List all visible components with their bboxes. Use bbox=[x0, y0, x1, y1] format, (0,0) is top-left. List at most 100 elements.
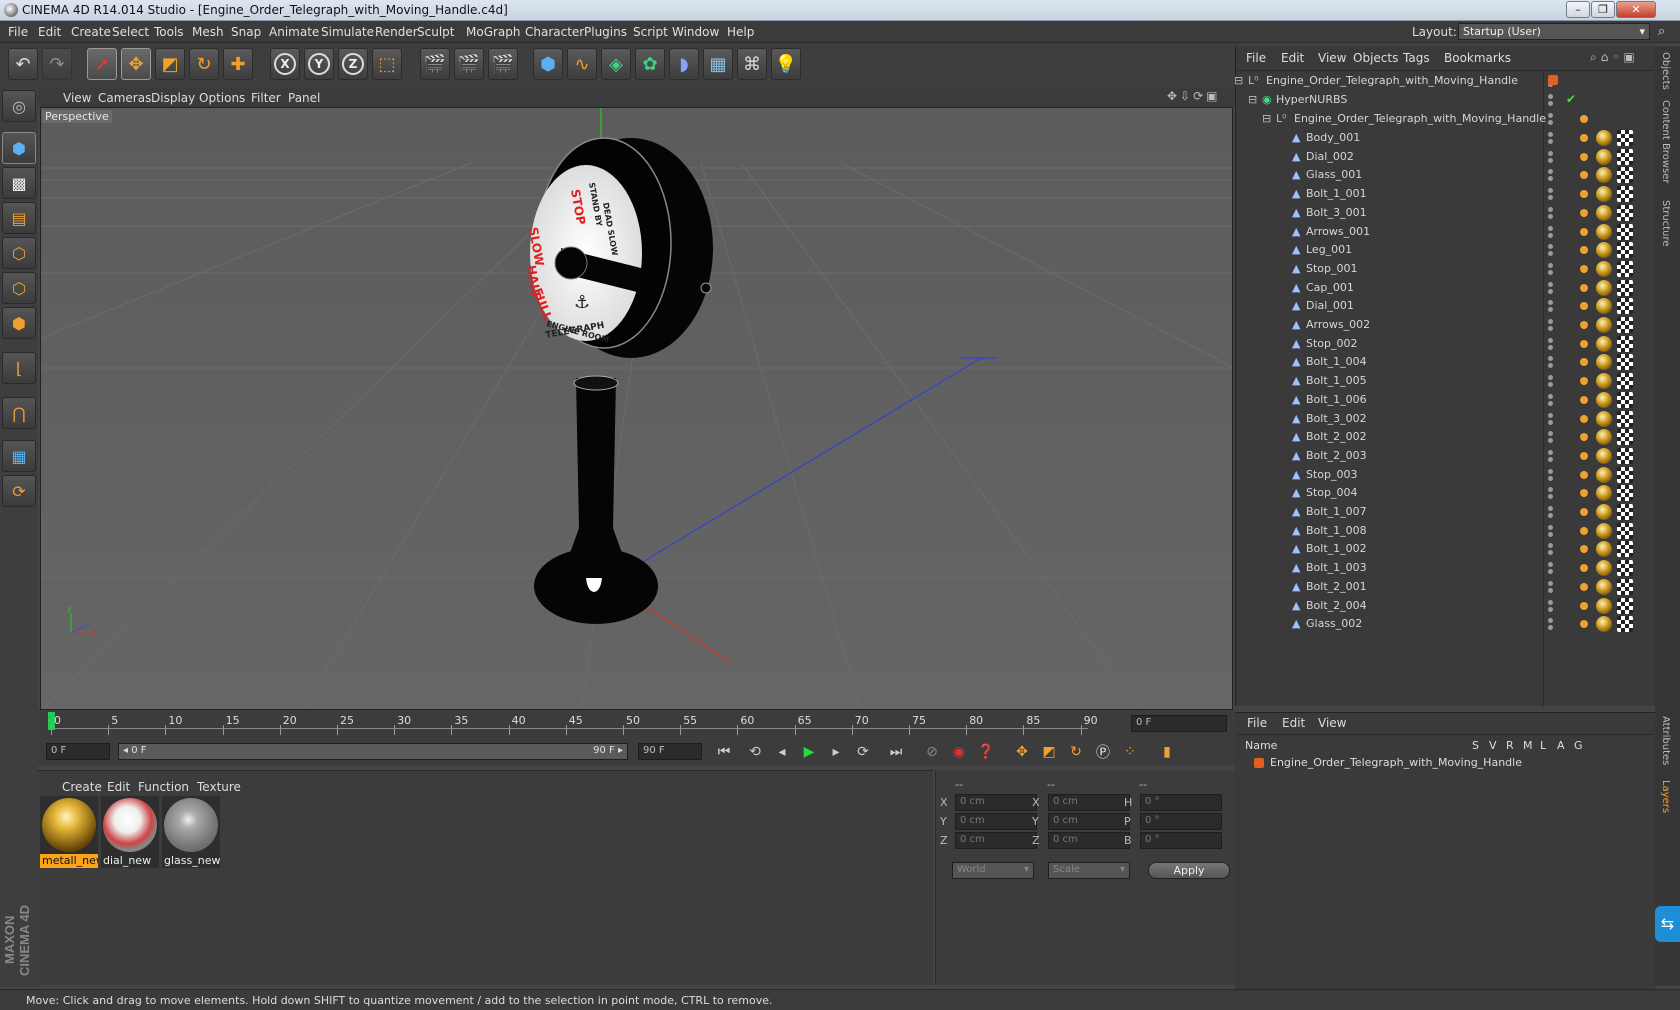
object-menu-file[interactable]: File bbox=[1246, 51, 1266, 65]
coordinate-value-field[interactable]: 0 cm bbox=[955, 794, 1037, 811]
snap-button[interactable]: ⋂ bbox=[2, 397, 36, 429]
material-tag-icon[interactable] bbox=[1596, 410, 1612, 427]
texture-tag-icon[interactable] bbox=[1617, 148, 1633, 165]
material-tag-icon[interactable] bbox=[1596, 204, 1612, 221]
key-scale-button[interactable]: ◩ bbox=[1037, 741, 1061, 763]
visibility-dots[interactable] bbox=[1544, 431, 1558, 444]
visibility-dots[interactable] bbox=[1544, 319, 1558, 331]
coordinate-system-button[interactable]: ⬚ bbox=[372, 48, 402, 80]
material-tag-icon[interactable] bbox=[1596, 148, 1612, 165]
phong-tag-icon[interactable] bbox=[1580, 264, 1588, 273]
object-row-bolt_1_007[interactable]: ▲ Bolt_1_007 bbox=[1236, 502, 1654, 522]
viewport-menu-view[interactable]: View bbox=[63, 91, 91, 105]
material-tag-icon[interactable] bbox=[1596, 522, 1612, 539]
texture-tag-icon[interactable] bbox=[1617, 466, 1633, 483]
minimize-button[interactable]: – bbox=[1566, 1, 1590, 18]
texture-tag-icon[interactable] bbox=[1617, 335, 1633, 352]
object-row-bolt_1_004[interactable]: ▲ Bolt_1_004 bbox=[1236, 352, 1654, 372]
visibility-dots[interactable] bbox=[1544, 375, 1558, 388]
phong-tag-icon[interactable] bbox=[1580, 489, 1588, 498]
object-menu-tags[interactable]: Tags bbox=[1403, 51, 1430, 65]
material-tag-icon[interactable] bbox=[1596, 242, 1612, 259]
coordinate-value-field[interactable]: 0 cm bbox=[1048, 813, 1130, 830]
texture-tag-icon[interactable] bbox=[1617, 260, 1633, 277]
material-tag-icon[interactable] bbox=[1596, 466, 1612, 483]
visibility-dots[interactable] bbox=[1544, 506, 1558, 518]
visibility-dots[interactable] bbox=[1544, 468, 1558, 481]
menu-edit[interactable]: Edit bbox=[38, 25, 61, 39]
material-tag-icon[interactable] bbox=[1596, 485, 1612, 502]
menu-window[interactable]: Window bbox=[672, 25, 719, 39]
add-array-button[interactable]: ✿ bbox=[635, 48, 665, 80]
texture-tag-icon[interactable] bbox=[1617, 578, 1633, 595]
coordinate-value-field[interactable]: 0 cm bbox=[1048, 794, 1130, 811]
workplane-mode-button[interactable]: ▤ bbox=[2, 202, 36, 234]
menu-mesh[interactable]: Mesh bbox=[192, 25, 224, 39]
axis-x-button[interactable]: X bbox=[270, 48, 300, 80]
object-row-bolt_2_002[interactable]: ▲ Bolt_2_002 bbox=[1236, 427, 1654, 447]
object-row-stop_001[interactable]: ▲ Stop_001 bbox=[1236, 259, 1654, 279]
material-tag-icon[interactable] bbox=[1596, 223, 1612, 240]
prev-frame-button[interactable]: ◂ bbox=[770, 741, 794, 763]
material-menu-function[interactable]: Function bbox=[138, 780, 189, 794]
texture-tag-icon[interactable] bbox=[1617, 242, 1633, 259]
texture-tag-icon[interactable] bbox=[1617, 204, 1633, 221]
object-row-bolt_2_003[interactable]: ▲ Bolt_2_003 bbox=[1236, 446, 1654, 466]
object-row-glass_002[interactable]: ▲ Glass_002 bbox=[1236, 614, 1654, 634]
phong-tag-icon[interactable] bbox=[1580, 208, 1588, 217]
undo-button[interactable]: ↶ bbox=[8, 48, 38, 80]
visibility-dots[interactable] bbox=[1544, 225, 1558, 238]
scale-tool-button[interactable]: ◩ bbox=[155, 48, 185, 80]
object-row-stop_003[interactable]: ▲ Stop_003 bbox=[1236, 465, 1654, 485]
select-tool-button[interactable]: ➚ bbox=[87, 48, 117, 80]
layer-menu-edit[interactable]: Edit bbox=[1282, 716, 1305, 730]
menu-plugins[interactable]: Plugins bbox=[584, 25, 627, 39]
rotate-tool-button[interactable]: ↻ bbox=[189, 48, 219, 80]
visibility-dots[interactable] bbox=[1544, 206, 1558, 219]
workplane-lock-button[interactable]: ▦ bbox=[2, 440, 36, 472]
visibility-dots[interactable] bbox=[1544, 599, 1558, 612]
visibility-dots[interactable] bbox=[1544, 281, 1558, 294]
material-tag-icon[interactable] bbox=[1596, 130, 1612, 146]
object-row-leg_001[interactable]: ▲ Leg_001 bbox=[1236, 240, 1654, 260]
visibility-dots[interactable] bbox=[1544, 113, 1558, 125]
object-row-dial_001[interactable]: ▲ Dial_001 bbox=[1236, 296, 1654, 316]
render-picture-viewer-button[interactable]: 🎬 bbox=[454, 48, 484, 80]
coordinate-value-field[interactable]: 0 ° bbox=[1140, 813, 1222, 830]
phong-tag-icon[interactable] bbox=[1580, 564, 1588, 573]
visibility-dots[interactable] bbox=[1544, 244, 1558, 257]
keyframe-selection-button[interactable]: ❓ bbox=[974, 741, 998, 763]
material-tag-icon[interactable] bbox=[1596, 447, 1612, 464]
coordinate-value-field[interactable]: 0 cm bbox=[955, 832, 1037, 849]
material-tag-icon[interactable] bbox=[1596, 260, 1612, 277]
key-pla-button[interactable]: ⁘ bbox=[1118, 741, 1142, 763]
texture-tag-icon[interactable] bbox=[1617, 279, 1633, 296]
menu-sculpt[interactable]: Sculpt bbox=[417, 25, 454, 39]
menu-simulate[interactable]: Simulate bbox=[321, 25, 374, 39]
start-frame-field[interactable]: 0 F bbox=[46, 743, 110, 760]
material-menu-edit[interactable]: Edit bbox=[107, 780, 130, 794]
texture-tag-icon[interactable] bbox=[1617, 391, 1633, 408]
frame-range-slider[interactable]: ◂ 0 F 90 F ▸ bbox=[118, 743, 628, 760]
object-row-root[interactable]: ⊟ L⁰ Engine_Order_Telegraph_with_Moving_Ha… bbox=[1234, 71, 1654, 91]
object-menu-objects[interactable]: Objects bbox=[1353, 51, 1398, 65]
menu-snap[interactable]: Snap bbox=[231, 25, 261, 39]
next-frame-button[interactable]: ▸ bbox=[824, 741, 848, 763]
material-tag-icon[interactable] bbox=[1596, 335, 1612, 352]
visibility-dots[interactable] bbox=[1544, 94, 1558, 106]
material-glass[interactable]: glass_new bbox=[162, 796, 220, 868]
visibility-dots[interactable] bbox=[1544, 132, 1558, 144]
texture-tag-icon[interactable] bbox=[1617, 616, 1633, 633]
phong-tag-icon[interactable] bbox=[1580, 321, 1588, 329]
object-manager-nav-icons[interactable]: ⌕⌂◦▣ bbox=[1590, 50, 1639, 65]
expand-toggle-icon[interactable]: ⊟ bbox=[1248, 93, 1258, 106]
end-frame-field[interactable]: 90 F bbox=[638, 743, 702, 760]
object-row-body_001[interactable]: ▲ Body_001 bbox=[1236, 128, 1654, 148]
object-row-bolt_3_001[interactable]: ▲ Bolt_3_001 bbox=[1236, 203, 1654, 223]
object-row-bolt_1_003[interactable]: ▲ Bolt_1_003 bbox=[1236, 558, 1654, 578]
add-deformer-button[interactable]: ◗ bbox=[669, 48, 699, 80]
material-menu-texture[interactable]: Texture bbox=[197, 780, 241, 794]
phong-tag-icon[interactable] bbox=[1580, 339, 1588, 348]
phong-tag-icon[interactable] bbox=[1580, 358, 1588, 367]
viewport-menu-filter[interactable]: Filter bbox=[251, 91, 281, 105]
